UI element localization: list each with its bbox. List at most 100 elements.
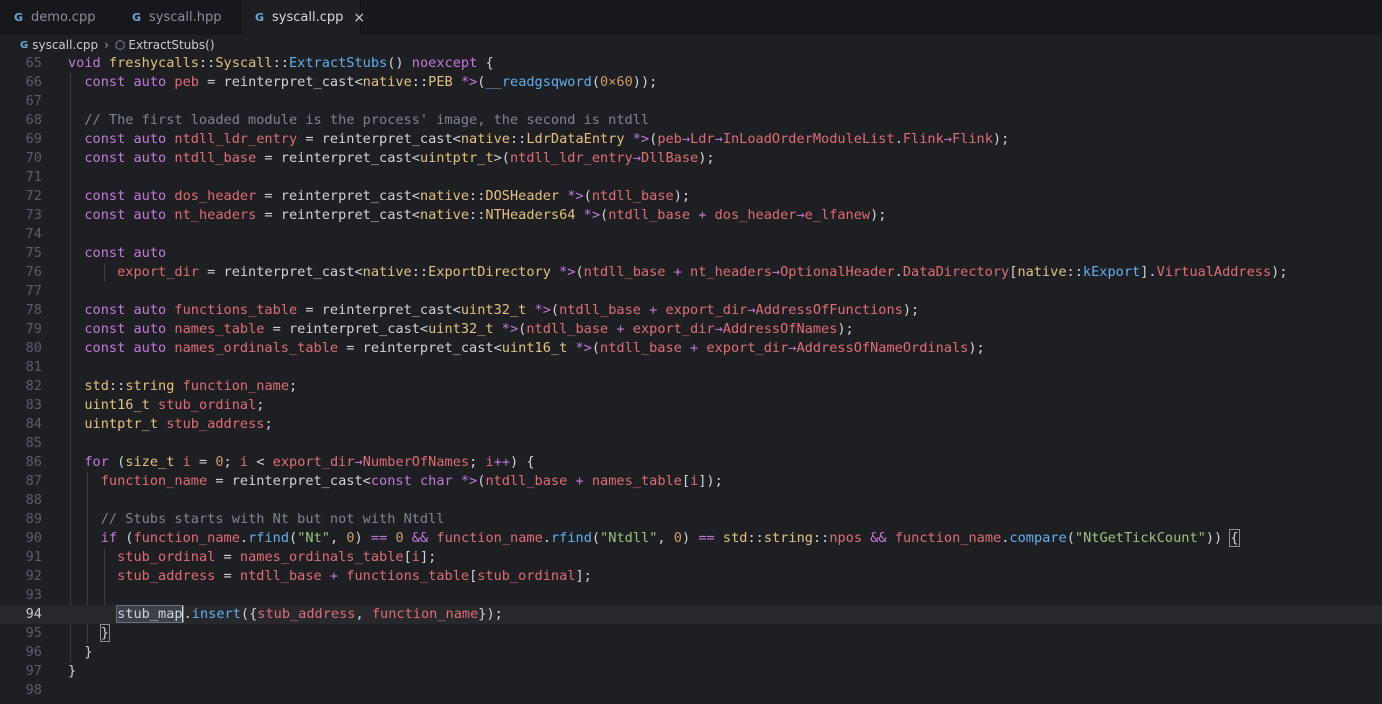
tab-syscall-cpp[interactable]: G syscall.cpp ×: [241, 0, 365, 35]
line-number[interactable]: 69: [0, 130, 42, 149]
line-number[interactable]: 86: [0, 453, 42, 472]
code-text: std::string function_name;: [68, 377, 297, 396]
code-token: ): [681, 530, 699, 546]
line-number[interactable]: 78: [0, 301, 42, 320]
code-token: function_name: [371, 606, 479, 622]
line-number[interactable]: 66: [0, 73, 42, 92]
code-text: // Stubs starts with Nt but not with Ntd…: [68, 510, 445, 529]
code-token: i: [239, 454, 249, 470]
code-line[interactable]: 84 uintptr_t stub_address;: [0, 415, 1382, 434]
code-token: const char: [370, 473, 453, 489]
code-line[interactable]: 72 const auto dos_header = reinterpret_c…: [0, 187, 1382, 206]
code-text: const auto: [68, 244, 166, 263]
line-number[interactable]: 98: [0, 681, 42, 700]
code-line[interactable]: 91 stub_ordinal = names_ordinals_table[i…: [0, 548, 1382, 567]
line-number[interactable]: 92: [0, 567, 42, 586]
close-icon[interactable]: ×: [353, 10, 365, 26]
breadcrumb-file[interactable]: syscall.cpp: [32, 38, 98, 52]
line-number[interactable]: 91: [0, 548, 42, 567]
line-number[interactable]: 80: [0, 339, 42, 358]
code-line[interactable]: 68 // The first loaded module is the pro…: [0, 111, 1382, 130]
code-line[interactable]: 65 void freshycalls::Syscall::ExtractStub…: [0, 54, 1382, 73]
line-number[interactable]: 74: [0, 225, 42, 244]
code-line[interactable]: 73 const auto nt_headers = reinterpret_c…: [0, 206, 1382, 225]
code-line[interactable]: 94 stub_map.insert({stub_address, functi…: [0, 605, 1382, 624]
line-number[interactable]: 96: [0, 643, 42, 662]
line-number[interactable]: 71: [0, 168, 42, 187]
code-token: = reinterpret_cast<: [207, 473, 371, 489]
code-editor[interactable]: 65 void freshycalls::Syscall::ExtractStub…: [0, 54, 1382, 704]
code-token: →: [943, 131, 952, 147]
code-line[interactable]: 85: [0, 434, 1382, 453]
line-number[interactable]: 82: [0, 377, 42, 396]
cpp-file-icon: G: [14, 11, 24, 24]
line-number[interactable]: 97: [0, 662, 42, 681]
line-number[interactable]: 65: [0, 54, 42, 73]
line-number[interactable]: 87: [0, 472, 42, 491]
code-line[interactable]: 69 const auto ntdll_ldr_entry = reinterp…: [0, 130, 1382, 149]
tab-demo-cpp[interactable]: G demo.cpp: [0, 0, 118, 35]
code-line[interactable]: 67: [0, 92, 1382, 111]
code-token: const auto: [84, 207, 175, 223]
line-number[interactable]: 83: [0, 396, 42, 415]
code-line[interactable]: 96 }: [0, 643, 1382, 662]
code-line[interactable]: 83 uint16_t stub_ordinal;: [0, 396, 1382, 415]
code-line[interactable]: 75 const auto: [0, 244, 1382, 263]
code-line[interactable]: 81: [0, 358, 1382, 377]
code-line[interactable]: 90 if (function_name.rfind("Nt", 0) == 0…: [0, 529, 1382, 548]
code-line[interactable]: 98: [0, 681, 1382, 700]
code-line[interactable]: 88: [0, 491, 1382, 510]
line-number[interactable]: 70: [0, 149, 42, 168]
line-number[interactable]: 93: [0, 586, 42, 605]
line-number[interactable]: 94: [0, 605, 42, 624]
code-token: 0: [673, 530, 682, 546]
code-line[interactable]: 71: [0, 168, 1382, 187]
tab-syscall-hpp[interactable]: G syscall.hpp: [118, 0, 241, 35]
code-token: insert: [191, 606, 241, 622]
code-token: =: [215, 568, 240, 584]
code-token: export_dir: [632, 321, 715, 337]
code-line[interactable]: 70 const auto ntdll_base = reinterpret_c…: [0, 149, 1382, 168]
code-token: *>: [575, 340, 592, 356]
code-line[interactable]: 79 const auto names_table = reinterpret_…: [0, 320, 1382, 339]
line-number[interactable]: 68: [0, 111, 42, 130]
line-number[interactable]: 88: [0, 491, 42, 510]
line-number[interactable]: 95: [0, 624, 42, 643]
line-number[interactable]: 67: [0, 92, 42, 111]
code-line[interactable]: 66 const auto peb = reinterpret_cast<nat…: [0, 73, 1382, 92]
code-line[interactable]: 77: [0, 282, 1382, 301]
code-line[interactable]: 95 }: [0, 624, 1382, 643]
line-number[interactable]: 72: [0, 187, 42, 206]
breadcrumb-symbol[interactable]: ExtractStubs(): [128, 38, 214, 52]
code-line[interactable]: 92 stub_address = ntdll_base + functions…: [0, 567, 1382, 586]
line-number[interactable]: 84: [0, 415, 42, 434]
code-token: ;: [289, 378, 298, 394]
code-line[interactable]: 82 std::string function_name;: [0, 377, 1382, 396]
line-number[interactable]: 90: [0, 529, 42, 548]
code-line[interactable]: 78 const auto functions_table = reinterp…: [0, 301, 1382, 320]
line-number[interactable]: 73: [0, 206, 42, 225]
line-number[interactable]: 76: [0, 263, 42, 282]
code-line[interactable]: 74: [0, 225, 1382, 244]
code-token: (: [108, 454, 126, 470]
code-line[interactable]: 87 function_name = reinterpret_cast<cons…: [0, 472, 1382, 491]
line-number[interactable]: 77: [0, 282, 42, 301]
code-token: "Nt": [297, 530, 330, 546]
code-line[interactable]: 93: [0, 586, 1382, 605]
code-token: (: [591, 530, 601, 546]
code-token: // The first loaded module is the proces…: [84, 112, 650, 128]
line-number[interactable]: 79: [0, 320, 42, 339]
line-number[interactable]: 75: [0, 244, 42, 263]
code-line[interactable]: 80 const auto names_ordinals_table = rei…: [0, 339, 1382, 358]
code-line[interactable]: 86 for (size_t i = 0; i < export_dir→Num…: [0, 453, 1382, 472]
code-token: const auto: [84, 131, 175, 147]
code-line[interactable]: 97}: [0, 662, 1382, 681]
code-text: const auto functions_table = reinterpret…: [68, 301, 919, 320]
line-number[interactable]: 85: [0, 434, 42, 453]
code-text: uintptr_t stub_address;: [68, 415, 272, 434]
code-line[interactable]: 76 export_dir = reinterpret_cast<native:…: [0, 263, 1382, 282]
line-number[interactable]: 81: [0, 358, 42, 377]
line-number[interactable]: 89: [0, 510, 42, 529]
code-line[interactable]: 89 // Stubs starts with Nt but not with …: [0, 510, 1382, 529]
